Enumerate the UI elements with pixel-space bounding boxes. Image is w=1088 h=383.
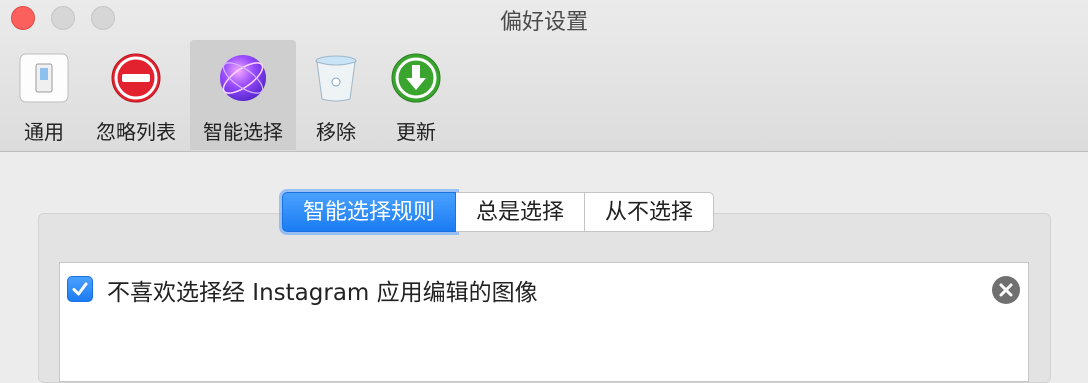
toolbar-label-update: 更新: [396, 120, 436, 144]
no-entry-icon: [111, 53, 161, 103]
general-switch-icon: [19, 53, 69, 103]
toolbar-label-remove: 移除: [316, 120, 356, 144]
remove-rule-button[interactable]: [992, 276, 1020, 304]
toolbar-label-smart-select: 智能选择: [203, 120, 283, 144]
close-icon: [999, 283, 1013, 297]
toolbar-label-ignore-list: 忽略列表: [96, 120, 176, 144]
segment-smart-select-rules[interactable]: 智能选择规则: [282, 192, 457, 232]
toolbar-item-general[interactable]: 通用: [12, 40, 76, 150]
toolbar-label-general: 通用: [24, 120, 64, 144]
segment-never-select[interactable]: 从不选择: [585, 192, 715, 232]
toolbar-item-remove[interactable]: 移除: [304, 40, 368, 150]
toolbar-item-smart-select[interactable]: 智能选择: [190, 40, 296, 150]
trash-bin-icon: [315, 55, 357, 102]
download-arrow-icon: [391, 53, 441, 103]
rule-enabled-checkbox[interactable]: [67, 276, 93, 302]
toolbar-item-ignore-list[interactable]: 忽略列表: [88, 40, 184, 150]
segment-always-select[interactable]: 总是选择: [456, 192, 586, 232]
rules-list: 不喜欢选择经 Instagram 应用编辑的图像: [59, 262, 1029, 382]
window-title: 偏好设置: [499, 10, 588, 35]
checkmark-icon: [72, 282, 88, 296]
rule-type-segmented-control: 智能选择规则 总是选择 从不选择: [282, 188, 715, 236]
smart-select-orb-icon: [220, 55, 266, 101]
toolbar-item-update[interactable]: 更新: [382, 40, 450, 150]
window-titlebar: 偏好设置 通用 忽略列表 智能选择 移除 更新: [0, 0, 1088, 152]
rule-label: 不喜欢选择经 Instagram 应用编辑的图像: [107, 280, 538, 306]
